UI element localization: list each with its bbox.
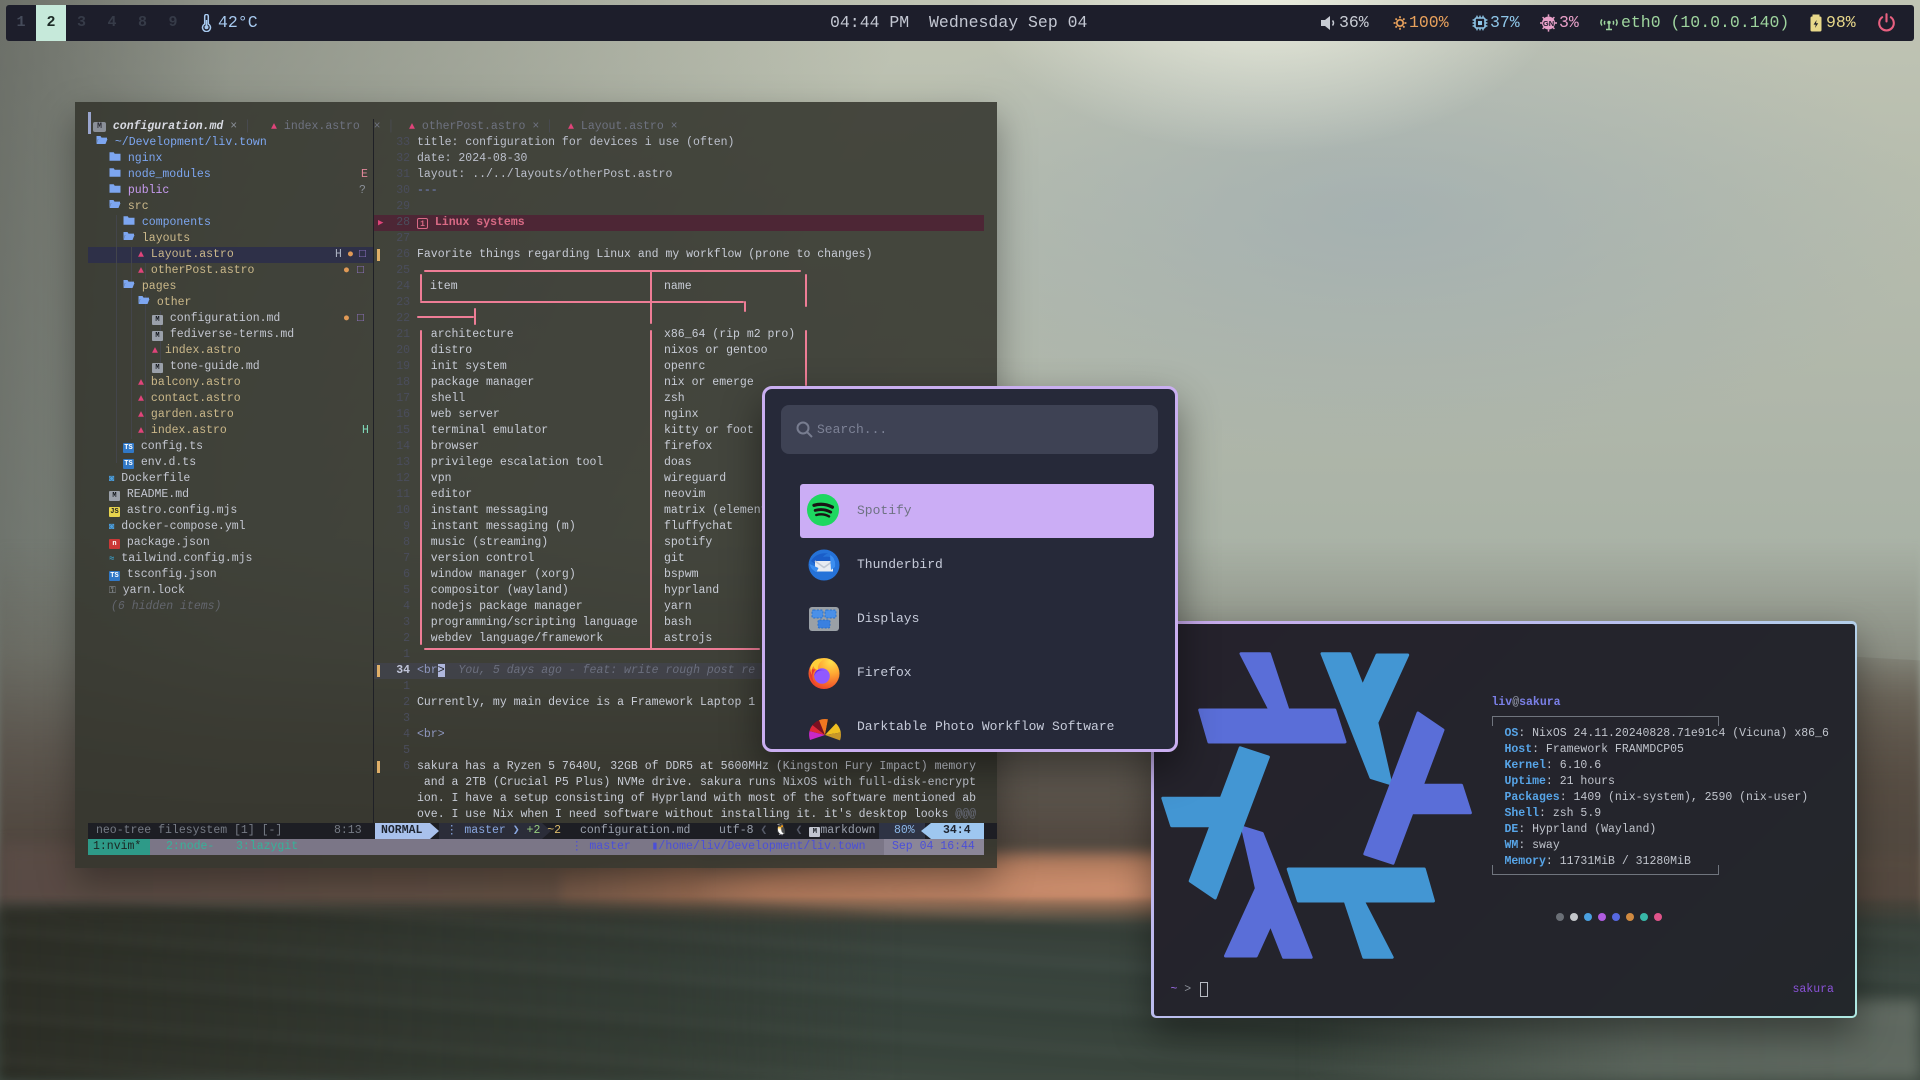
svg-text:GN: GN: [1543, 19, 1554, 28]
